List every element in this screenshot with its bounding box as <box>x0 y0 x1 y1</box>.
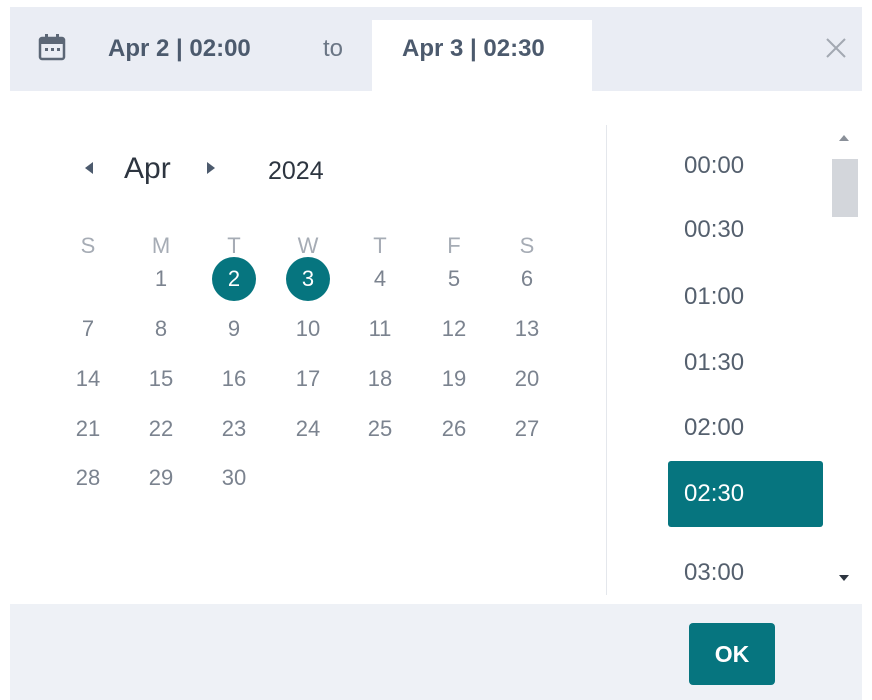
day-cell[interactable]: 14 <box>66 357 110 401</box>
time-option[interactable]: 02:00 <box>668 395 823 461</box>
day-cell[interactable]: 25 <box>358 407 402 451</box>
weekday-label: S <box>80 233 96 258</box>
time-option[interactable]: 03:00 <box>668 540 823 606</box>
scroll-thumb[interactable] <box>832 159 858 217</box>
day-cell[interactable]: 18 <box>358 357 402 401</box>
caret-left-icon[interactable] <box>80 158 98 178</box>
caret-right-icon[interactable] <box>202 158 220 178</box>
day-cell[interactable]: 6 <box>505 257 549 301</box>
day-cell[interactable]: 22 <box>139 407 183 451</box>
day-cell[interactable]: 8 <box>139 307 183 351</box>
day-cell[interactable]: 9 <box>212 307 256 351</box>
date-range-picker: Apr 2 | 02:00 to Apr 3 | 02:30 Apr 2024 … <box>10 7 862 700</box>
end-date-label: Apr 3 | 02:30 <box>402 35 545 62</box>
day-cell[interactable]: 27 <box>505 407 549 451</box>
day-cell[interactable]: 17 <box>286 357 330 401</box>
day-cell[interactable]: 10 <box>286 307 330 351</box>
day-cell[interactable]: 26 <box>432 407 476 451</box>
day-cell[interactable]: 11 <box>358 307 402 351</box>
ok-button[interactable]: OK <box>689 623 775 685</box>
day-cell[interactable]: 16 <box>212 357 256 401</box>
weekday-label: T <box>227 233 241 258</box>
scroll-down-icon[interactable] <box>837 573 851 583</box>
weekday-label: W <box>297 233 319 258</box>
day-cell[interactable]: 7 <box>66 307 110 351</box>
time-scrollbar[interactable] <box>828 125 860 595</box>
time-option[interactable]: 00:00 <box>668 133 823 199</box>
month-label[interactable]: Apr <box>124 152 171 186</box>
day-cell[interactable]: 29 <box>139 456 183 500</box>
weekday-label: S <box>519 233 535 258</box>
day-cell-selected[interactable]: 2 <box>212 257 256 301</box>
day-cell[interactable]: 30 <box>212 456 256 500</box>
year-label[interactable]: 2024 <box>268 157 324 186</box>
picker-footer: OK <box>10 604 862 700</box>
time-option-selected[interactable]: 02:30 <box>668 461 823 527</box>
time-option[interactable]: 00:30 <box>668 197 823 263</box>
day-cell[interactable]: 23 <box>212 407 256 451</box>
day-cell[interactable]: 19 <box>432 357 476 401</box>
range-header: Apr 2 | 02:00 to Apr 3 | 02:30 <box>10 7 862 91</box>
weekday-label: M <box>151 233 171 258</box>
time-list: 00:00 00:30 01:00 01:30 02:00 02:30 03:00 <box>616 125 828 595</box>
weekday-label: F <box>447 233 461 258</box>
time-option[interactable]: 01:00 <box>668 264 823 330</box>
day-cell[interactable]: 15 <box>139 357 183 401</box>
day-cell[interactable]: 13 <box>505 307 549 351</box>
range-separator: to <box>323 35 344 62</box>
day-cell[interactable]: 28 <box>66 456 110 500</box>
calendar-icon <box>38 34 66 61</box>
day-cell[interactable]: 20 <box>505 357 549 401</box>
day-cell[interactable]: 4 <box>358 257 402 301</box>
day-cell[interactable]: 24 <box>286 407 330 451</box>
time-option[interactable]: 01:30 <box>668 330 823 396</box>
day-cell[interactable]: 12 <box>432 307 476 351</box>
day-cell[interactable]: 1 <box>139 257 183 301</box>
weekday-label: T <box>373 233 387 258</box>
day-cell[interactable]: 5 <box>432 257 476 301</box>
column-divider <box>606 125 607 595</box>
day-cell[interactable]: 21 <box>66 407 110 451</box>
start-date-tab[interactable]: Apr 2 | 02:00 <box>108 35 251 63</box>
scroll-up-icon[interactable] <box>837 133 851 143</box>
day-cell-selected[interactable]: 3 <box>286 257 330 301</box>
end-date-tab[interactable]: Apr 3 | 02:30 <box>372 20 592 91</box>
close-icon[interactable] <box>822 34 850 62</box>
